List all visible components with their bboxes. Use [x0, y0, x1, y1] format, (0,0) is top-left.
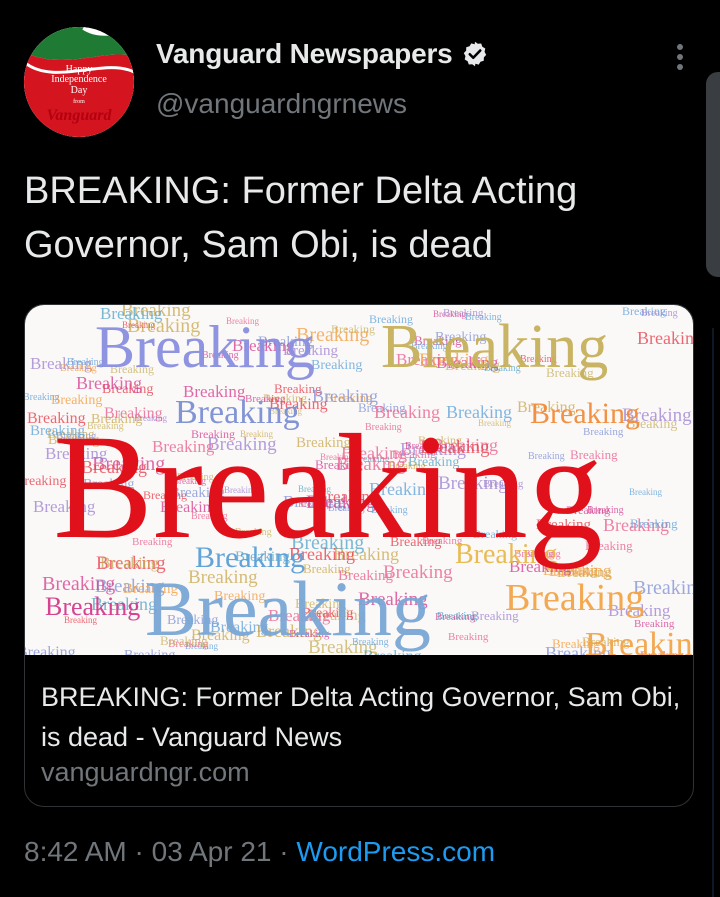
word-cloud-word: Breaking [45, 592, 140, 621]
side-panel-edge [706, 72, 720, 277]
tweet-time[interactable]: 8:42 AM [24, 836, 127, 867]
handle[interactable]: @vanguardngrnews [156, 88, 407, 120]
word-cloud-small-word: Breaking [637, 328, 694, 348]
word-cloud-small-word: Breaking [448, 631, 489, 643]
avatar-text-independence: Independence [51, 74, 107, 85]
word-cloud-small-word: Breaking [629, 487, 662, 497]
card-domain: vanguardngr.com [41, 757, 250, 787]
word-cloud-small-word: Breaking [311, 358, 362, 373]
display-name[interactable]: Vanguard Newspapers [156, 38, 453, 70]
card-image[interactable]: Breaking Breaking Breaking Breaking Breaking… [25, 305, 694, 655]
tweet-text: BREAKING: Former Delta Acting Governor, … [24, 170, 578, 266]
word-cloud-small-word: Breaking [25, 644, 76, 655]
tweet-source-link[interactable]: WordPress.com [296, 836, 495, 867]
word-cloud-small-word: Breaking [630, 516, 678, 531]
word-cloud-small-word: Breaking [435, 611, 476, 623]
tweet-date[interactable]: 03 Apr 21 [152, 836, 272, 867]
avatar-text-day: Day [70, 85, 88, 96]
word-cloud-word: Breaking [505, 577, 644, 619]
tweet-container: Happy Independence Day from Vanguard Van… [0, 0, 720, 897]
word-cloud-main-word: Breaking [53, 404, 603, 570]
verified-badge-icon [461, 40, 489, 68]
breaking-word-cloud-image: BreakingBreakingBreakingBreakingBreaking… [25, 305, 694, 655]
word-cloud-small-word: Breaking [641, 308, 678, 319]
word-cloud-word: Breaking [381, 313, 608, 381]
word-cloud-word: Breaking [585, 626, 694, 655]
more-options-icon[interactable] [668, 42, 692, 72]
tweet-metadata: 8:42 AM · 03 Apr 21 · WordPress.com [24, 836, 495, 868]
word-cloud-word: Breaking [95, 314, 315, 380]
word-cloud-word: Breaking [145, 565, 431, 652]
meta-separator: · [134, 836, 144, 867]
meta-separator: · [279, 836, 289, 867]
avatar[interactable]: Happy Independence Day from Vanguard [24, 27, 134, 137]
name-row: Vanguard Newspapers [156, 38, 489, 70]
avatar-text-vanguard: Vanguard [46, 107, 112, 124]
avatar-text-from: from [73, 99, 85, 105]
card-title: BREAKING: Former Delta Acting Governor, … [41, 682, 681, 752]
side-divider [712, 328, 714, 897]
link-card[interactable]: Breaking Breaking Breaking Breaking Breaking… [24, 304, 694, 807]
